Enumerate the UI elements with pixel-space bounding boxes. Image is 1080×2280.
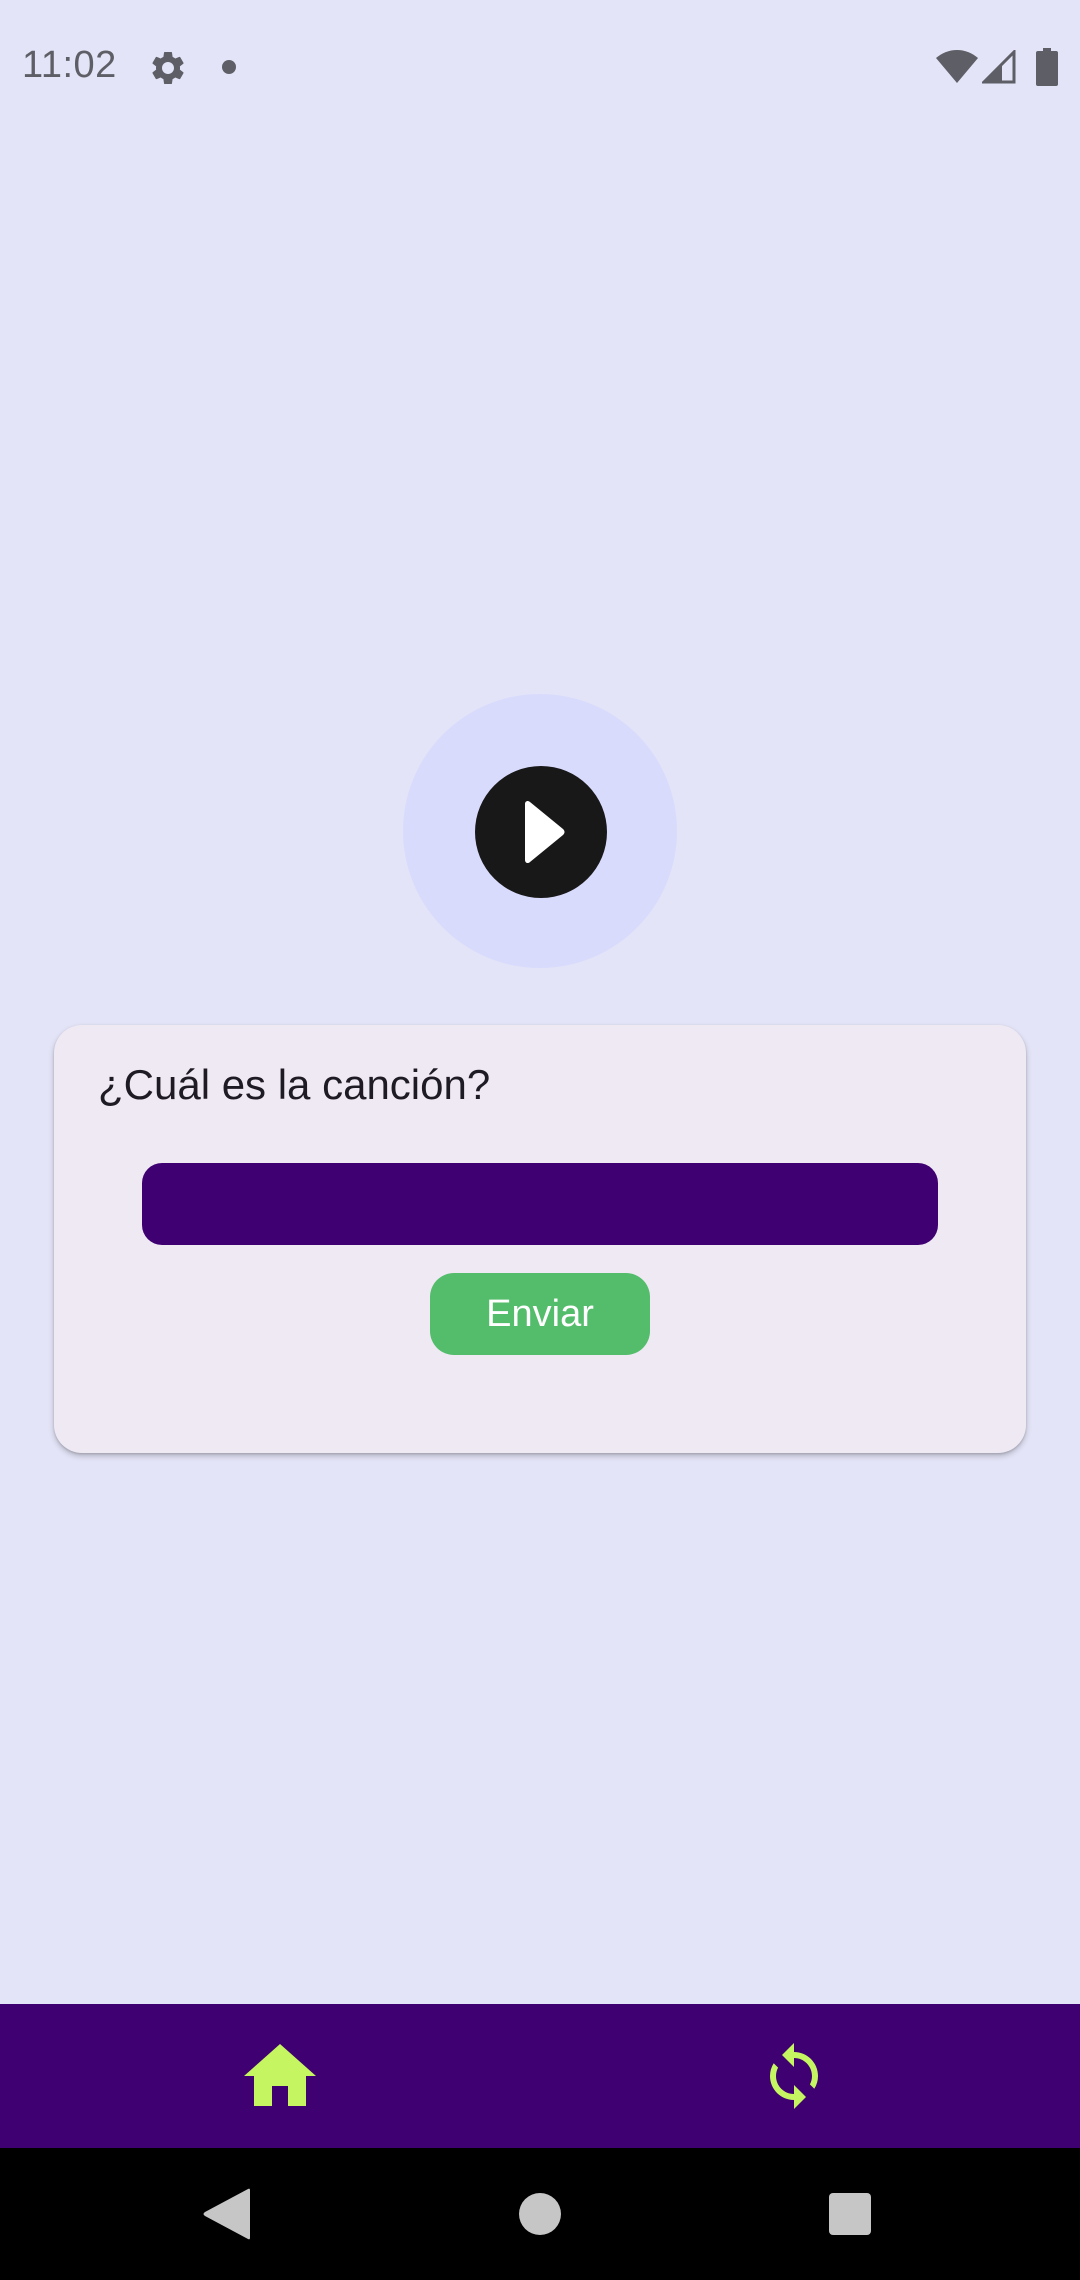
screen: 11:02 ¿Cuál es la canción? Enviar [0, 0, 1080, 2280]
play-button[interactable] [475, 766, 607, 898]
wifi-icon [936, 50, 978, 83]
question-label: ¿Cuál es la canción? [98, 1061, 491, 1108]
status-time: 11:02 [22, 44, 117, 86]
submit-button[interactable]: Enviar [430, 1273, 650, 1355]
recents-icon[interactable] [829, 2193, 871, 2235]
play-icon [525, 800, 565, 864]
home-icon[interactable] [240, 2040, 320, 2112]
quiz-card: ¿Cuál es la canción? Enviar [54, 1025, 1026, 1453]
refresh-icon[interactable] [754, 2040, 834, 2112]
system-nav-bar [0, 2148, 1080, 2280]
notification-dot-icon [222, 60, 236, 74]
status-bar: 11:02 [0, 0, 1080, 136]
home-circle-icon[interactable] [519, 2193, 561, 2235]
cell-signal-icon [982, 50, 1016, 84]
battery-icon [1036, 48, 1058, 86]
back-icon[interactable] [202, 2188, 252, 2240]
bottom-nav [0, 2004, 1080, 2148]
gear-icon [152, 51, 184, 84]
answer-input[interactable] [142, 1163, 938, 1245]
